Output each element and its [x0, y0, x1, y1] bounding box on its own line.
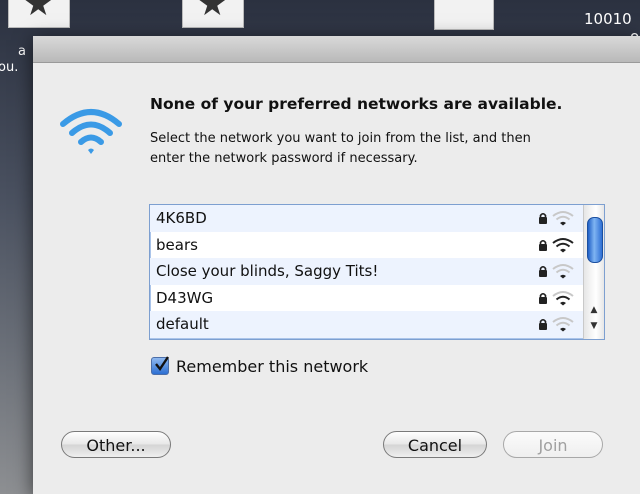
lock-icon [539, 319, 547, 331]
lock-icon [539, 266, 547, 278]
lock-icon [539, 239, 547, 251]
signal-strength-icon [552, 264, 574, 279]
network-row[interactable]: Close your blinds, Saggy Tits! [150, 258, 604, 285]
network-name: bears [156, 235, 198, 254]
list-scrollbar[interactable]: ▲ ▼ [583, 205, 604, 339]
cancel-button[interactable]: Cancel [383, 431, 487, 458]
signal-strength-icon [552, 317, 574, 332]
network-name: 4K6BD [156, 209, 207, 227]
remember-network-option[interactable]: Remember this network [151, 356, 368, 376]
dialog-headline: None of your preferred networks are avai… [150, 95, 563, 113]
network-name: default [156, 315, 209, 334]
desktop-label: ou. [0, 60, 19, 75]
scrollbar-thumb[interactable] [587, 217, 603, 263]
dialog-instructions: Select the network you want to join from… [150, 129, 610, 169]
network-row[interactable]: default [150, 311, 604, 338]
star-icon: ★ [23, 0, 54, 24]
desktop-label: 10010 [584, 10, 632, 28]
network-row[interactable]: D43WG [150, 285, 604, 312]
signal-strength-icon [552, 237, 574, 253]
star-icon: ★ [197, 0, 228, 24]
network-name: D43WG [156, 288, 214, 307]
desktop-icon-star[interactable]: ★ [182, 0, 244, 28]
dialog-titlebar[interactable] [33, 36, 640, 63]
lock-icon [539, 292, 547, 304]
remember-network-label: Remember this network [176, 356, 369, 376]
network-name: Close your blinds, Saggy Tits! [156, 262, 379, 281]
network-row[interactable]: bears [150, 232, 604, 259]
instructions-line: enter the network password if necessary. [150, 151, 418, 166]
network-dialog: None of your preferred networks are avai… [33, 36, 640, 494]
desktop-label: a [18, 44, 26, 59]
wifi-icon [60, 109, 122, 154]
instructions-line: Select the network you want to join from… [150, 131, 531, 146]
scroll-down-arrow[interactable]: ▼ [584, 321, 604, 331]
desktop-icon-thumbnail[interactable] [434, 0, 494, 30]
checkmark-icon [155, 356, 169, 372]
lock-icon [539, 212, 547, 224]
signal-strength-icon [552, 211, 574, 226]
other-button[interactable]: Other... [61, 431, 171, 458]
network-row[interactable]: 4K6BD [150, 205, 604, 232]
remember-network-checkbox[interactable] [151, 356, 169, 375]
scroll-up-arrow[interactable]: ▲ [584, 305, 604, 315]
desktop-icon-star[interactable]: ★ [8, 0, 70, 28]
join-button[interactable]: Join [503, 431, 603, 458]
signal-strength-icon [552, 290, 574, 306]
network-list[interactable]: 4K6BD bears Close your blinds, Saggy Tits!… [149, 204, 605, 340]
